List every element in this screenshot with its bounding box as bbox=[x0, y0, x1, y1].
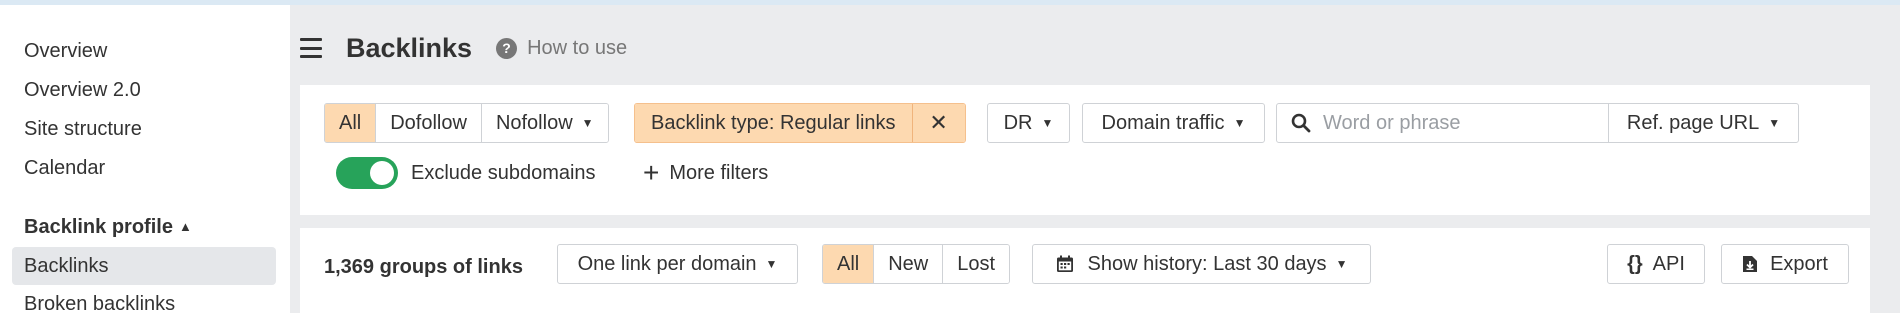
how-to-use-link[interactable]: How to use bbox=[527, 37, 627, 60]
toggle-knob bbox=[370, 161, 394, 185]
export-label: Export bbox=[1770, 252, 1828, 275]
clear-filter-button[interactable]: ✕ bbox=[912, 104, 965, 142]
sidebar-section-backlink-profile[interactable]: Backlink profile ▲ bbox=[24, 209, 192, 245]
chevron-down-icon: ▼ bbox=[1335, 257, 1348, 271]
menu-icon[interactable] bbox=[300, 38, 322, 58]
sidebar-section-label: Backlink profile bbox=[24, 216, 173, 238]
chevron-down-icon: ▼ bbox=[765, 257, 778, 271]
caret-up-icon: ▲ bbox=[178, 219, 192, 234]
history-dropdown[interactable]: Show history: Last 30 days ▼ bbox=[1032, 244, 1371, 284]
help-icon[interactable]: ? bbox=[496, 37, 518, 59]
domain-traffic-filter-button[interactable]: Domain traffic ▼ bbox=[1082, 103, 1265, 143]
backlink-type-filter: Backlink type: Regular links ✕ bbox=[634, 103, 966, 143]
nofollow-label: Nofollow bbox=[495, 111, 573, 134]
status-lost[interactable]: Lost bbox=[943, 245, 1010, 283]
sidebar-item-overview[interactable]: Overview bbox=[12, 32, 276, 70]
exclude-subdomains-label: Exclude subdomains bbox=[411, 162, 596, 184]
history-label: Show history: Last 30 days bbox=[1087, 252, 1327, 275]
results-count: 1,369 groups of links bbox=[324, 256, 523, 278]
braces-icon: {} bbox=[1627, 252, 1643, 275]
search-target-dropdown[interactable]: Ref. page URL ▼ bbox=[1608, 103, 1799, 143]
calendar-icon bbox=[1056, 255, 1073, 272]
main-content: Backlinks ? How to use All Dofollow Nofo… bbox=[290, 5, 1900, 313]
sidebar-item-site-structure[interactable]: Site structure bbox=[12, 110, 276, 148]
dr-label: DR bbox=[1003, 111, 1033, 134]
sidebar-item-overview-2[interactable]: Overview 2.0 bbox=[12, 71, 276, 109]
sidebar: Overview Overview 2.0 Site structure Cal… bbox=[0, 5, 290, 313]
page-header: Backlinks ? How to use bbox=[300, 25, 627, 71]
chevron-down-icon: ▼ bbox=[581, 116, 594, 130]
search-input[interactable] bbox=[1323, 111, 1583, 135]
search-box bbox=[1276, 103, 1609, 143]
chevron-down-icon: ▼ bbox=[1041, 116, 1054, 130]
export-button[interactable]: Export bbox=[1721, 244, 1849, 284]
results-toolbar: 1,369 groups of links One link per domai… bbox=[300, 228, 1870, 313]
filters-panel: All Dofollow Nofollow ▼ Backlink type: Re… bbox=[300, 85, 1870, 215]
export-icon bbox=[1743, 256, 1758, 272]
chevron-down-icon: ▼ bbox=[1233, 116, 1246, 130]
status-new[interactable]: New bbox=[874, 245, 944, 283]
chevron-down-icon: ▼ bbox=[1768, 116, 1781, 130]
page-title: Backlinks bbox=[346, 32, 473, 63]
link-type-dofollow[interactable]: Dofollow bbox=[376, 104, 482, 142]
sidebar-item-broken-backlinks[interactable]: Broken backlinks bbox=[12, 285, 276, 313]
more-filters-button[interactable]: + More filters bbox=[643, 157, 768, 189]
api-label: API bbox=[1652, 252, 1685, 275]
search-icon bbox=[1291, 113, 1311, 133]
search-target-label: Ref. page URL bbox=[1626, 111, 1760, 134]
sidebar-item-backlinks[interactable]: Backlinks bbox=[12, 247, 276, 285]
grouping-label: One link per domain bbox=[577, 252, 757, 275]
exclude-subdomains-toggle[interactable] bbox=[336, 157, 398, 189]
grouping-dropdown[interactable]: One link per domain ▼ bbox=[557, 244, 798, 284]
dr-filter-button[interactable]: DR ▼ bbox=[987, 103, 1070, 143]
link-type-filter: All Dofollow Nofollow ▼ bbox=[324, 103, 609, 143]
status-filter: All New Lost bbox=[822, 244, 1011, 284]
sidebar-item-calendar[interactable]: Calendar bbox=[12, 149, 276, 187]
more-filters-label: More filters bbox=[669, 161, 769, 184]
link-type-nofollow[interactable]: Nofollow ▼ bbox=[481, 104, 608, 142]
domain-traffic-label: Domain traffic bbox=[1101, 111, 1225, 134]
backlink-type-button[interactable]: Backlink type: Regular links bbox=[635, 104, 913, 142]
status-all[interactable]: All bbox=[823, 245, 875, 283]
close-icon: ✕ bbox=[929, 110, 948, 135]
plus-icon: + bbox=[643, 157, 660, 188]
api-button[interactable]: {} API bbox=[1607, 244, 1705, 284]
link-type-all[interactable]: All bbox=[325, 104, 377, 142]
